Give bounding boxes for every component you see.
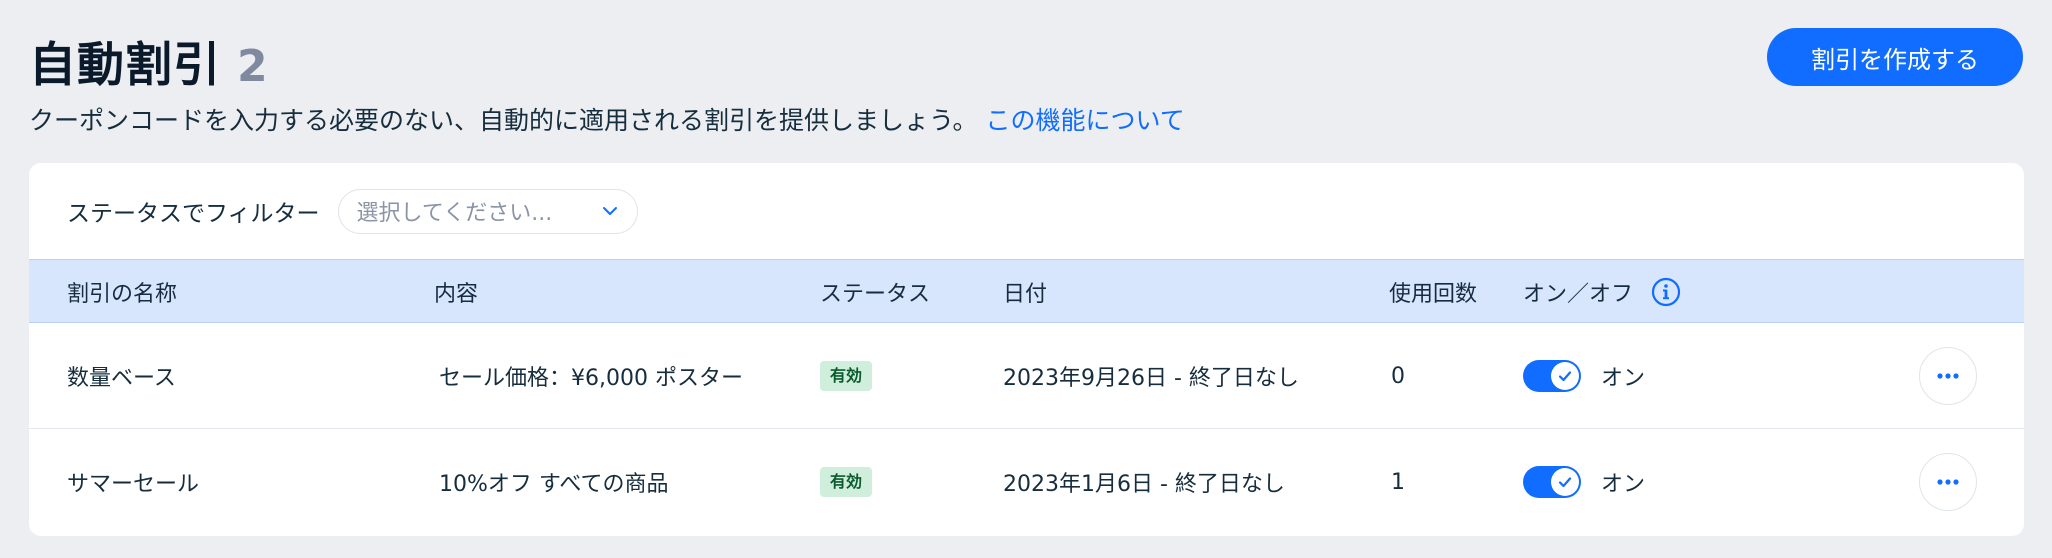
status-cell: 有効	[820, 323, 873, 429]
column-header-toggle-label: オン／オフ	[1523, 282, 1634, 307]
status-badge: 有効	[820, 467, 873, 497]
learn-more-link[interactable]: この機能について	[986, 106, 1185, 135]
toggle-label: オン	[1601, 472, 1646, 497]
discount-content: 10%オフ すべての商品	[439, 472, 669, 497]
discount-uses: 1	[1391, 469, 1405, 495]
status-badge: 有効	[820, 361, 873, 391]
status-cell: 有効	[820, 429, 873, 535]
more-horizontal-icon	[1937, 373, 1959, 379]
discounts-table-card: ステータスでフィルター 選択してください... 割引の名称 内容 ステータス 日…	[29, 163, 2024, 536]
status-filter-select[interactable]: 選択してください...	[337, 188, 638, 234]
column-header-content: 内容	[434, 282, 479, 307]
more-cell	[1919, 323, 1977, 429]
column-header-status: ステータス	[820, 282, 931, 307]
discount-content: セール価格：¥6,000 ポスター	[439, 366, 743, 391]
discount-uses: 0	[1391, 363, 1405, 389]
table-row[interactable]: 数量ベース セール価格：¥6,000 ポスター 有効 2023年9月26日 - …	[29, 323, 2024, 429]
status-filter-placeholder: 選択してください...	[356, 201, 553, 226]
subtitle-text: クーポンコードを入力する必要のない、自動的に適用される割引を提供しましょう。	[29, 106, 978, 135]
page-header: 自動割引 2 クーポンコードを入力する必要のない、自動的に適用される割引を提供し…	[29, 26, 2023, 135]
more-horizontal-icon	[1937, 479, 1959, 485]
discount-name: サマーセール	[67, 472, 200, 497]
discount-count: 2	[237, 41, 268, 92]
column-header-uses[interactable]: 使用回数	[1389, 260, 1477, 324]
toggle-cell: オン	[1523, 429, 1645, 535]
discount-date: 2023年9月26日 - 終了日なし	[1003, 366, 1299, 391]
column-header-toggle: オン／オフ	[1523, 260, 1681, 324]
discount-name: 数量ベース	[67, 366, 176, 391]
check-icon	[1558, 477, 1572, 488]
more-cell	[1919, 429, 1977, 535]
toggle-knob	[1551, 362, 1579, 390]
discount-date: 2023年1月6日 - 終了日なし	[1003, 472, 1285, 497]
toggle-knob	[1551, 468, 1579, 496]
status-filter-label: ステータスでフィルター	[67, 201, 320, 227]
page-title: 自動割引	[29, 38, 221, 93]
on-off-toggle[interactable]	[1523, 360, 1581, 392]
toggle-cell: オン	[1523, 323, 1645, 429]
table-header: 割引の名称 内容 ステータス 日付 使用回数 オン／オフ	[29, 259, 2024, 323]
on-off-toggle[interactable]	[1523, 466, 1581, 498]
info-icon[interactable]	[1651, 277, 1681, 307]
more-actions-button[interactable]	[1919, 453, 1977, 511]
check-icon	[1558, 371, 1572, 382]
chevron-down-icon	[602, 207, 617, 215]
page-subtitle: クーポンコードを入力する必要のない、自動的に適用される割引を提供しましょう。 この…	[29, 101, 2023, 137]
title-row: 自動割引 2	[29, 26, 2023, 95]
toggle-label: オン	[1601, 366, 1646, 391]
more-actions-button[interactable]	[1919, 347, 1977, 405]
column-header-name[interactable]: 割引の名称	[67, 260, 177, 324]
table-row[interactable]: サマーセール 10%オフ すべての商品 有効 2023年1月6日 - 終了日なし…	[29, 429, 2024, 535]
filter-bar: ステータスでフィルター 選択してください...	[29, 163, 2024, 259]
column-header-date[interactable]: 日付	[1003, 260, 1047, 324]
create-discount-button[interactable]: 割引を作成する	[1767, 28, 2023, 86]
